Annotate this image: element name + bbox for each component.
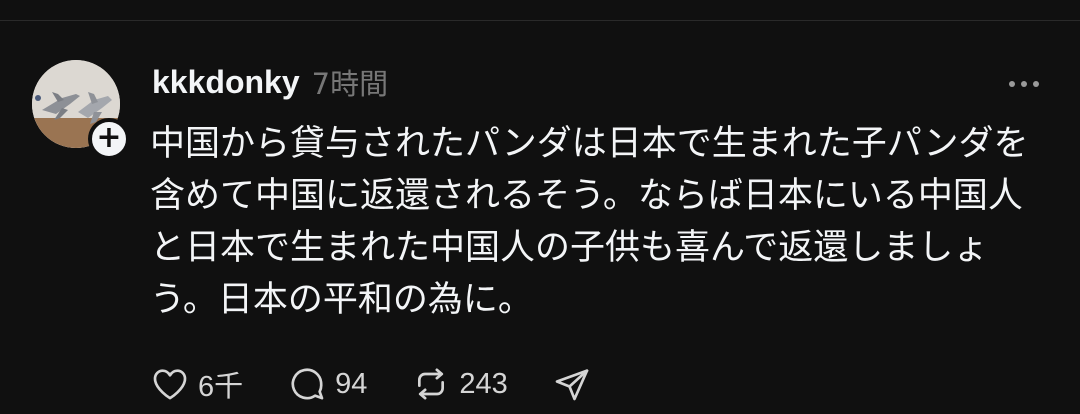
like-button[interactable]: 6千 — [150, 362, 243, 406]
repost-button[interactable]: 243 — [411, 362, 508, 406]
comment-icon — [291, 368, 324, 400]
post-text: 中国から貸与されたパンダは日本で生まれた子パンダを含めて中国に返還されるそう。な… — [150, 124, 1029, 320]
share-button[interactable] — [552, 362, 592, 406]
follow-plus-button[interactable]: + — [88, 118, 130, 160]
top-divider — [0, 20, 1080, 21]
more-dot-icon — [1033, 81, 1039, 87]
repost-count: 243 — [459, 367, 508, 400]
more-dot-icon — [1009, 81, 1015, 87]
heart-icon — [153, 369, 187, 400]
avatar-container[interactable]: + — [32, 60, 130, 160]
more-dot-icon — [1021, 81, 1027, 87]
reply-button[interactable]: 94 — [287, 362, 367, 406]
repost-icon — [418, 368, 445, 400]
plus-icon: + — [96, 120, 122, 155]
post-actions: 6千 94 243 — [150, 362, 636, 406]
reply-count: 94 — [335, 367, 368, 400]
username-link[interactable]: kkkdonky — [152, 64, 300, 101]
more-options-button[interactable] — [1000, 70, 1048, 98]
send-icon — [555, 369, 589, 401]
like-count: 6千 — [198, 371, 244, 403]
post-header: kkkdonky 7時間 — [152, 60, 388, 104]
post-timestamp[interactable]: 7時間 — [312, 61, 388, 103]
